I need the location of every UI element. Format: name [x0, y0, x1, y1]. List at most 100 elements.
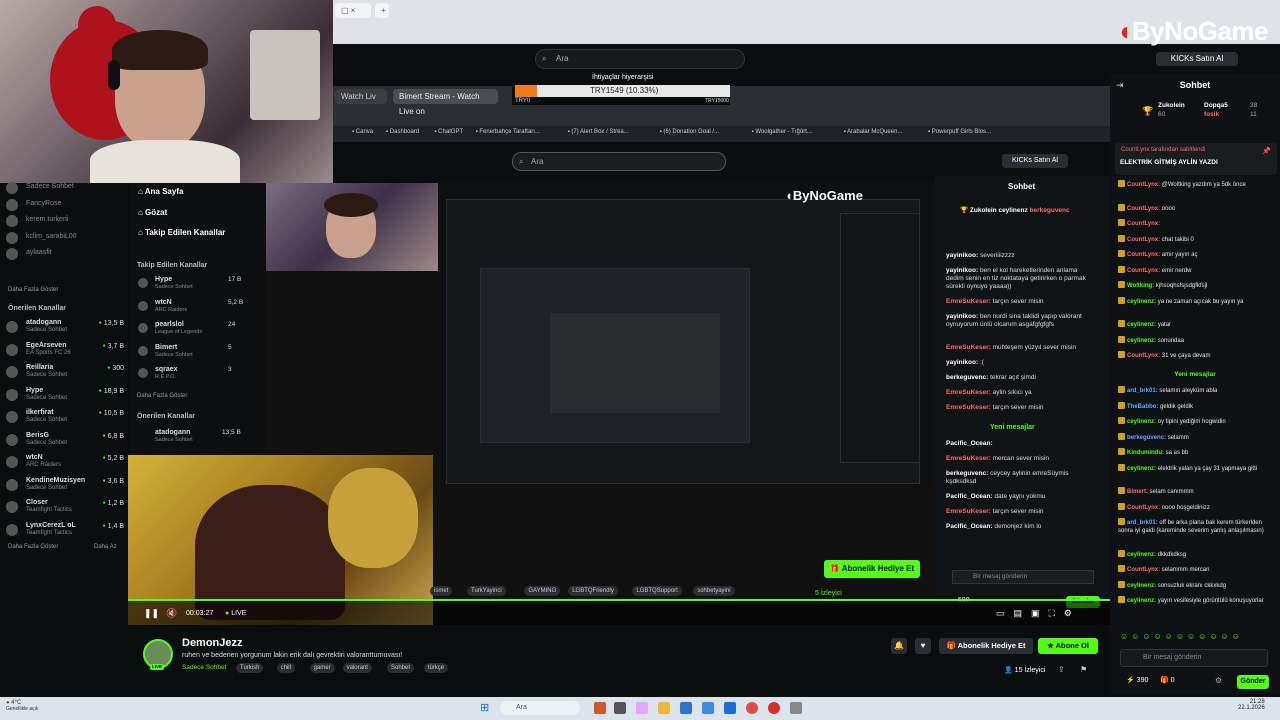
- channel-avatar: [6, 231, 18, 244]
- new-tab-button[interactable]: +: [375, 3, 389, 18]
- subscriber-badge-icon: [1118, 448, 1125, 455]
- search-input[interactable]: ⌕ Ara: [535, 49, 745, 69]
- chat-message: Woltking: kjhsoqhsfsjsdgfkfsjl: [1118, 281, 1274, 290]
- captured-channel-category: R.E.P.O.: [155, 374, 176, 380]
- viewer-count: 1,2 B: [103, 500, 124, 507]
- pause-icon[interactable]: ❚❚: [144, 608, 159, 619]
- sidebar-channel[interactable]: Sadece Sohbet: [6, 180, 124, 198]
- sidebar-channel[interactable]: aylaasfit: [6, 246, 124, 264]
- chat-title: Sohbet: [1179, 80, 1211, 90]
- gift-subscription-button[interactable]: 🎁 Abonelik Hediye Et: [939, 638, 1033, 654]
- captured-channel-name: pearlslol: [155, 321, 184, 328]
- sidebar-channel[interactable]: KendineMuzisyenSadece Sohbet 3,6 B: [6, 477, 124, 495]
- chat-settings-icon[interactable]: ⚙: [1215, 676, 1222, 685]
- taskbar-clock[interactable]: 21:28 22.1.2026: [1238, 699, 1265, 711]
- gift-counter[interactable]: 🎁 0: [1160, 676, 1175, 684]
- channel-avatar: [6, 321, 18, 333]
- channel-avatar: [138, 278, 148, 288]
- app-icon[interactable]: [790, 702, 802, 714]
- stream-tag[interactable]: valorant: [342, 663, 372, 673]
- sidebar-channel[interactable]: HypeSadece Sohbet 18,9 B: [6, 387, 124, 405]
- captured-chat-line: Pacific_Ocean: date yaynı yokmu: [946, 493, 1046, 500]
- volume-icon[interactable]: 🔇: [166, 608, 177, 619]
- sidebar-channel[interactable]: kclim_sarabiL00: [6, 230, 124, 248]
- weather-widget[interactable]: ● 4°C Genellikle açık: [6, 700, 39, 712]
- show-more-link[interactable]: Daha Fazla Göster: [8, 544, 58, 550]
- live-badge: LIVE: [150, 664, 164, 670]
- chat-message-input[interactable]: Bir mesaj gönderin: [1120, 649, 1268, 667]
- channel-category: Sadece Sohbet: [26, 394, 68, 401]
- sidebar-channel[interactable]: EgeArsevenEA Sports FC 26 3,7 B: [6, 342, 124, 360]
- report-icon[interactable]: ⚑: [1080, 665, 1087, 674]
- app-icon[interactable]: [724, 702, 736, 714]
- taskbar-search[interactable]: Ara: [500, 701, 580, 715]
- captured-gift-button: 🎁 Abonelik Hediye Et: [824, 560, 920, 578]
- new-messages-divider: Yeni mesajlar: [1174, 371, 1216, 378]
- kick-points-counter[interactable]: ⚡ 390: [1126, 676, 1148, 684]
- app-icon[interactable]: [768, 702, 780, 714]
- sidebar-channel[interactable]: FancyRose: [6, 197, 124, 215]
- subscriber-badge-icon: [1118, 565, 1125, 572]
- windows-start-icon[interactable]: ⊞: [480, 701, 489, 714]
- captured-channel-category: Sadece Sohbet: [155, 437, 193, 443]
- channel-avatar: [138, 300, 148, 311]
- captured-channel-name: atadogann: [155, 429, 191, 436]
- browser-tab[interactable]: ▢ ×: [335, 3, 371, 18]
- streamer-name[interactable]: DemonJezz: [182, 637, 243, 649]
- emote-bar[interactable]: ☺☺☺☺☺☺☺☺☺☺☺: [1120, 632, 1270, 644]
- streamer-hair: [112, 30, 208, 70]
- stream-category[interactable]: Sadece Sohbet: [182, 664, 226, 671]
- sidebar-channel[interactable]: ReillariaSadece Sohbet 300: [6, 364, 124, 382]
- stream-tag[interactable]: Turkish: [236, 663, 264, 673]
- stream-tag[interactable]: gamer: [309, 663, 335, 673]
- search-icon: ⌕: [542, 54, 547, 63]
- captured-webcam: [266, 183, 438, 271]
- viewer-count: 👤 15 İzleyici: [1004, 667, 1046, 674]
- captured-chat-line: EmreSuKeser: tarçın sever misin: [946, 298, 1044, 305]
- bookmark-item: ▪ Fenerbahçe Taraftarı...: [475, 129, 540, 135]
- sidebar-channel[interactable]: BerisGSadece Sohbet 6,8 B: [6, 432, 124, 450]
- sidebar-channel[interactable]: wtcNARC Raiders 5,2 B: [6, 454, 124, 472]
- send-chat-button[interactable]: Gönder: [1237, 675, 1269, 689]
- heart-icon[interactable]: ♥: [915, 638, 931, 654]
- player-right-controls[interactable]: ▭▤▣⛶⚙: [996, 608, 1081, 619]
- share-icon[interactable]: ⇪: [1058, 665, 1065, 674]
- stream-tag[interactable]: türkçe: [423, 663, 449, 673]
- notification-bell-icon[interactable]: 🔔: [891, 638, 907, 654]
- file-explorer-icon[interactable]: [658, 702, 670, 714]
- chat-message: CountLynx: oooo hoşgeldinizz: [1118, 502, 1274, 512]
- sidebar-channel[interactable]: ilkerfiratSadece Sohbet 10,5 B: [6, 409, 124, 427]
- app-icon[interactable]: [702, 702, 714, 714]
- show-less-link[interactable]: Daha Az: [94, 544, 117, 550]
- sidebar-channel[interactable]: atadogannSadece Sohbet 13,5 B: [6, 319, 124, 337]
- chrome-icon[interactable]: [746, 702, 758, 714]
- subscriber-badge-icon: [1118, 296, 1125, 304]
- channel-name: aylaasfit: [26, 249, 52, 256]
- streamer-shirt: [90, 140, 240, 183]
- viewer-count: 10,5 B: [99, 410, 124, 417]
- viewer-count: 13,5 B: [99, 320, 124, 327]
- mail-icon[interactable]: [680, 702, 692, 714]
- channel-avatar: [6, 215, 18, 227]
- pinned-message[interactable]: CountLynx tarafından sabitlendi ELEKTRİK…: [1115, 143, 1277, 175]
- sidebar-channel[interactable]: CloserTeamfight Tactics 1,2 B: [6, 499, 124, 517]
- app-icon[interactable]: [594, 702, 606, 714]
- stream-tag[interactable]: chill: [276, 663, 295, 673]
- channel-name: KendineMuzisyen: [26, 476, 86, 484]
- subscribe-button[interactable]: ★ Abone Ol: [1038, 638, 1098, 654]
- chat-message: berkeguvenc: selamm: [1118, 432, 1274, 442]
- app-icon[interactable]: [636, 702, 648, 714]
- captured-tag: LGBTQSupport: [632, 586, 682, 596]
- buy-kicks-button[interactable]: KICKs Satın Al: [1156, 52, 1238, 66]
- task-view-icon[interactable]: [614, 702, 626, 714]
- stream-tag[interactable]: Sohbet: [387, 663, 415, 673]
- subscriber-badge-icon: [1118, 335, 1125, 343]
- chat-message: CountLynx:: [1118, 219, 1274, 228]
- sidebar-channel[interactable]: kerem.turkerli: [6, 213, 124, 231]
- captured-kicks-button: KICKs Satın Al: [1002, 154, 1068, 168]
- headset-icon: [108, 60, 120, 90]
- captured-chat-line: EmreSuKeser: muhteşem yüzyıl sever misin: [946, 344, 1077, 351]
- captured-tag: ismet: [430, 586, 453, 596]
- show-more-link[interactable]: Daha Fazla Göster: [8, 287, 58, 293]
- sidebar-channel[interactable]: LynxCerezL oLTeamfight Tactics 1,4 B: [6, 522, 124, 540]
